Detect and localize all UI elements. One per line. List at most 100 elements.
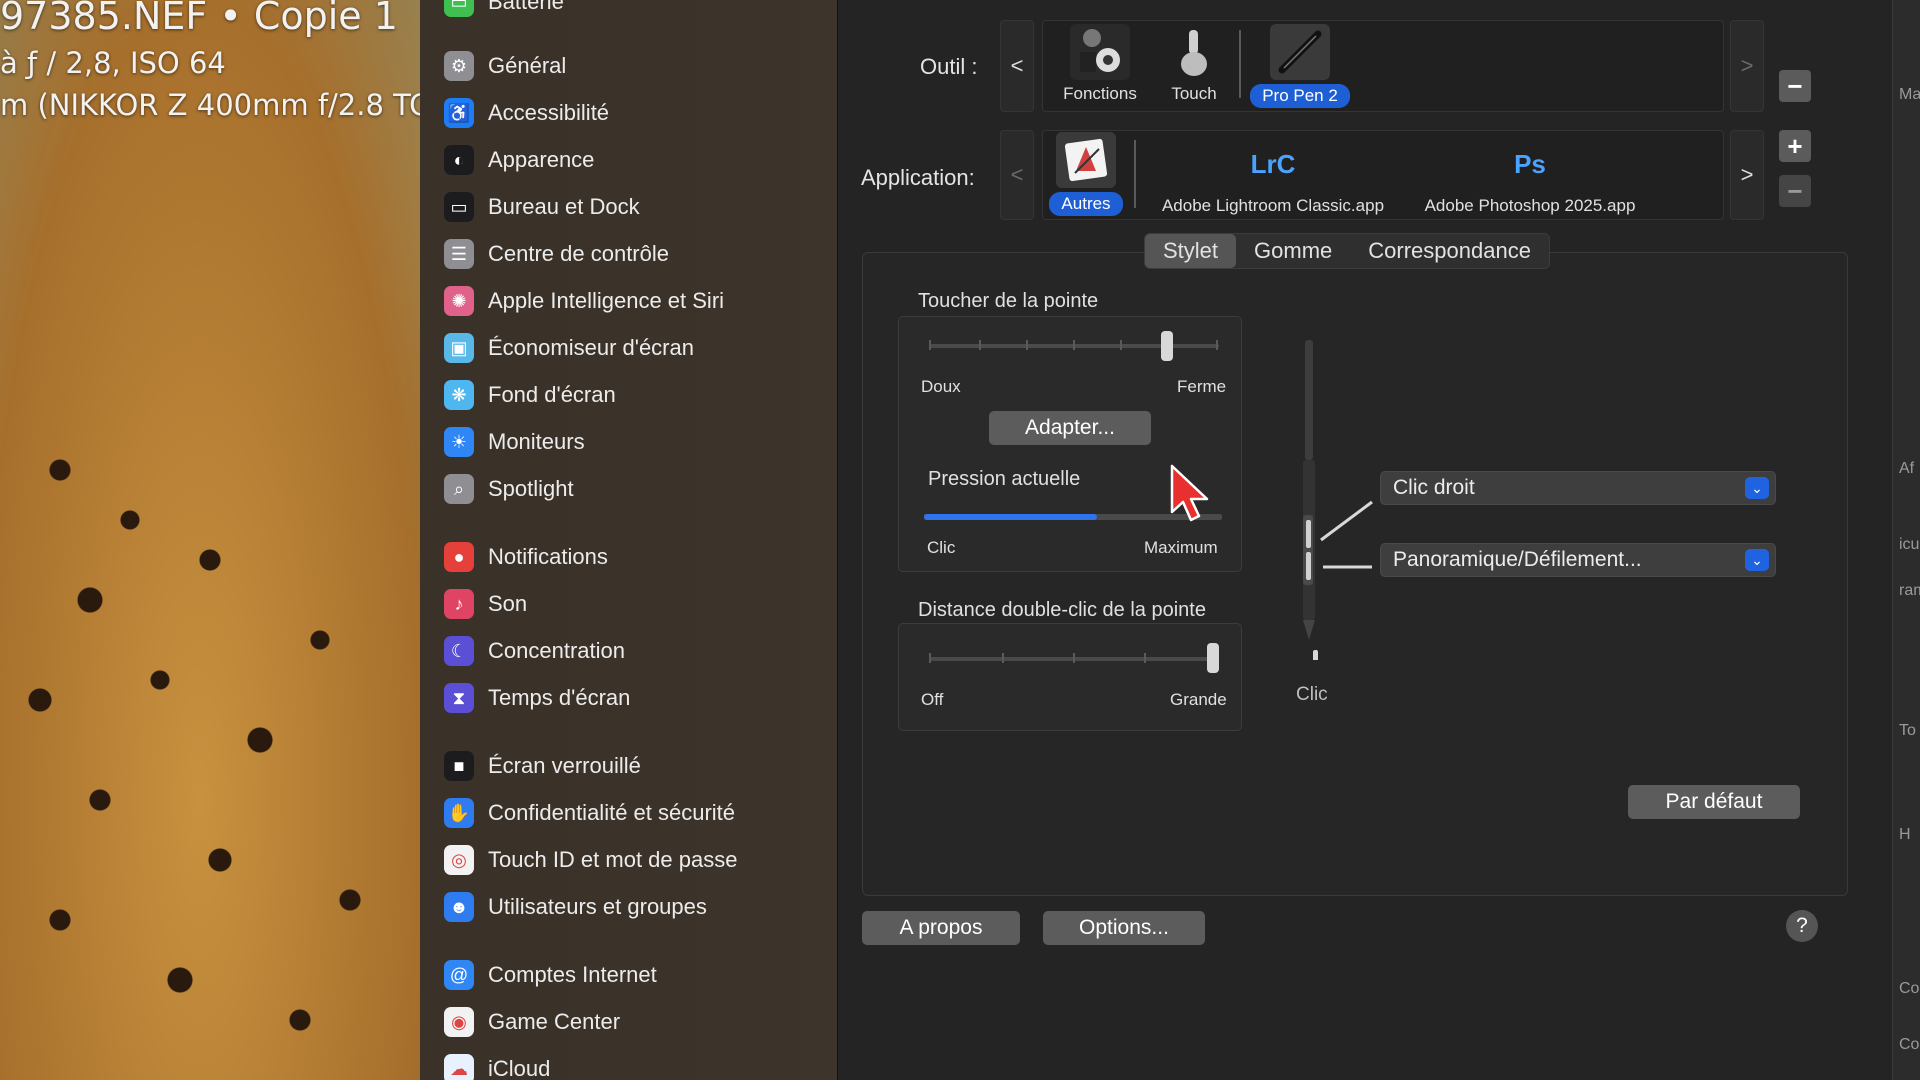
app-autres[interactable]: Autres (1048, 132, 1124, 216)
background-window-text: Ma (1899, 86, 1920, 103)
lower-button-value: Panoramique/Défilement... (1393, 548, 1642, 571)
background-window-text: Co (1899, 1036, 1920, 1053)
sidebar-item-6[interactable]: ▣ Économiseur d'écran (444, 328, 694, 368)
sidebar-item-7[interactable]: ❋ Fond d'écran (444, 375, 616, 415)
sidebar-item-label: Spotlight (488, 476, 574, 501)
customize-button[interactable]: Adapter... (989, 411, 1151, 445)
tip-feel-knob[interactable] (1160, 331, 1173, 361)
background-window-text: ram (1899, 582, 1920, 599)
slider-tick (1073, 653, 1075, 663)
tip-feel-title: Toucher de la pointe (918, 290, 1099, 312)
sidebar-item-11[interactable]: ♪ Son (444, 584, 527, 624)
sidebar-item-2[interactable]: ◐ Apparence (444, 140, 594, 180)
sidebar-item-12[interactable]: ☾ Concentration (444, 631, 625, 671)
tool-next-button[interactable]: > (1730, 20, 1764, 112)
sidebar-item-17[interactable]: ☻ Utilisateurs et groupes (444, 887, 707, 927)
remove-tool-button[interactable]: − (1779, 70, 1811, 102)
slider-tick (979, 340, 981, 350)
tool-row-label: Outil : (920, 54, 978, 79)
sidebar-item-label: Centre de contrôle (488, 241, 669, 266)
gear-icon: ⚙ (444, 51, 474, 81)
tool-functions[interactable]: Fonctions (1058, 24, 1142, 104)
sidebar-item-battery[interactable]: ▭ Batterie (444, 0, 564, 22)
slider-tick (1144, 653, 1146, 663)
sidebar-item-18[interactable]: @ Comptes Internet (444, 955, 657, 995)
double-click-box (898, 623, 1242, 731)
slider-tick (929, 340, 931, 350)
background-window-text: icu (1899, 536, 1920, 553)
double-click-max-label: Grande (1170, 690, 1227, 709)
focus-icon: ☾ (444, 636, 474, 666)
slider-tick (1120, 340, 1122, 350)
app-photoshop[interactable]: Ps Adobe Photoshop 2025.app (1410, 136, 1650, 216)
chevron-down-icon: ⌄ (1745, 477, 1769, 499)
sidebar-item-label: Game Center (488, 1009, 621, 1034)
lock-icon: ■ (444, 751, 474, 781)
at-icon: @ (444, 960, 474, 990)
tab-gomme[interactable]: Gomme (1236, 234, 1350, 268)
sidebar-item-label: Économiseur d'écran (488, 335, 694, 360)
upper-button-dropdown[interactable]: Clic droit ⌄ (1380, 471, 1776, 505)
sidebar-item-1[interactable]: ♿ Accessibilité (444, 93, 609, 133)
lower-button-dropdown[interactable]: Panoramique/Défilement... ⌄ (1380, 543, 1776, 577)
sidebar-item-13[interactable]: ⧗ Temps d'écran (444, 678, 630, 718)
add-application-button[interactable]: + (1779, 130, 1811, 162)
tab-correspondance[interactable]: Correspondance (1350, 234, 1549, 268)
background-window-text: Af (1899, 460, 1915, 477)
photoshop-icon: Ps (1514, 148, 1546, 179)
slider-tick (1002, 653, 1004, 663)
sidebar-item-label: Écran verrouillé (488, 753, 641, 778)
sidebar-item-label: Notifications (488, 544, 608, 569)
sidebar-item-20[interactable]: ☁ iCloud (444, 1049, 550, 1080)
default-button[interactable]: Par défaut (1628, 785, 1800, 819)
photo-filename: 97385.NEF • Copie 1 (0, 0, 398, 38)
background-window-text: To (1899, 722, 1916, 739)
slider-tick (1026, 340, 1028, 350)
sidebar-item-9[interactable]: ⌕ Spotlight (444, 469, 574, 509)
fingerprint-icon: ◎ (444, 845, 474, 875)
double-click-title: Distance double-clic de la pointe (918, 599, 1206, 621)
sidebar-item-3[interactable]: ▭ Bureau et Dock (444, 187, 640, 227)
tool-touch[interactable]: Touch (1160, 24, 1228, 104)
pressure-max-label: Maximum (1144, 538, 1218, 557)
pressure-fill (924, 514, 1097, 520)
sidebar-item-8[interactable]: ☀ Moniteurs (444, 422, 585, 462)
app-lightroom[interactable]: LrC Adobe Lightroom Classic.app (1150, 136, 1396, 216)
sidebar-item-label: Son (488, 591, 528, 616)
sidebar-item-label: Comptes Internet (488, 962, 657, 987)
sidebar-item-19[interactable]: ◉ Game Center (444, 1002, 620, 1042)
app-next-button[interactable]: > (1730, 130, 1764, 220)
tip-feel-min-label: Doux (921, 377, 961, 396)
screensaver-icon: ▣ (444, 333, 474, 363)
app-prev-button[interactable]: < (1000, 130, 1034, 220)
slider-tick (929, 653, 931, 663)
remove-application-button[interactable]: − (1779, 175, 1811, 207)
dock-icon: ▭ (444, 192, 474, 222)
sidebar-item-label: Apple Intelligence et Siri (488, 288, 725, 313)
notifications-icon: ● (444, 542, 474, 572)
sidebar-item-label: Bureau et Dock (488, 194, 640, 219)
about-button[interactable]: A propos (862, 911, 1020, 945)
sidebar-item-10[interactable]: ● Notifications (444, 537, 608, 577)
sidebar-item-label: Apparence (488, 147, 595, 172)
pen-tip-label: Clic (1296, 684, 1328, 705)
spotlight-icon: ⌕ (444, 474, 474, 504)
sidebar-item-label: Fond d'écran (488, 382, 616, 407)
sidebar-item-5[interactable]: ✺ Apple Intelligence et Siri (444, 281, 724, 321)
sidebar-item-label: Batterie (488, 0, 564, 14)
sidebar-item-14[interactable]: ■ Écran verrouillé (444, 746, 641, 786)
sidebar-item-0[interactable]: ⚙ Général (444, 46, 566, 86)
sidebar-item-4[interactable]: ☰ Centre de contrôle (444, 234, 669, 274)
sidebar-item-15[interactable]: ✋ Confidentialité et sécurité (444, 793, 735, 833)
options-button[interactable]: Options... (1043, 911, 1205, 945)
sidebar-item-label: Utilisateurs et groupes (488, 894, 707, 919)
tool-prev-button[interactable]: < (1000, 20, 1034, 112)
sidebar-item-label: Accessibilité (488, 100, 610, 125)
sidebar-item-16[interactable]: ◎ Touch ID et mot de passe (444, 840, 737, 880)
tool-strip (1042, 20, 1724, 112)
double-click-knob[interactable] (1207, 643, 1219, 673)
help-button[interactable]: ? (1786, 910, 1818, 942)
tab-stylet[interactable]: Stylet (1145, 234, 1237, 268)
hand-icon: ✋ (444, 798, 474, 828)
tool-pro-pen-2[interactable]: Pro Pen 2 (1250, 24, 1350, 108)
